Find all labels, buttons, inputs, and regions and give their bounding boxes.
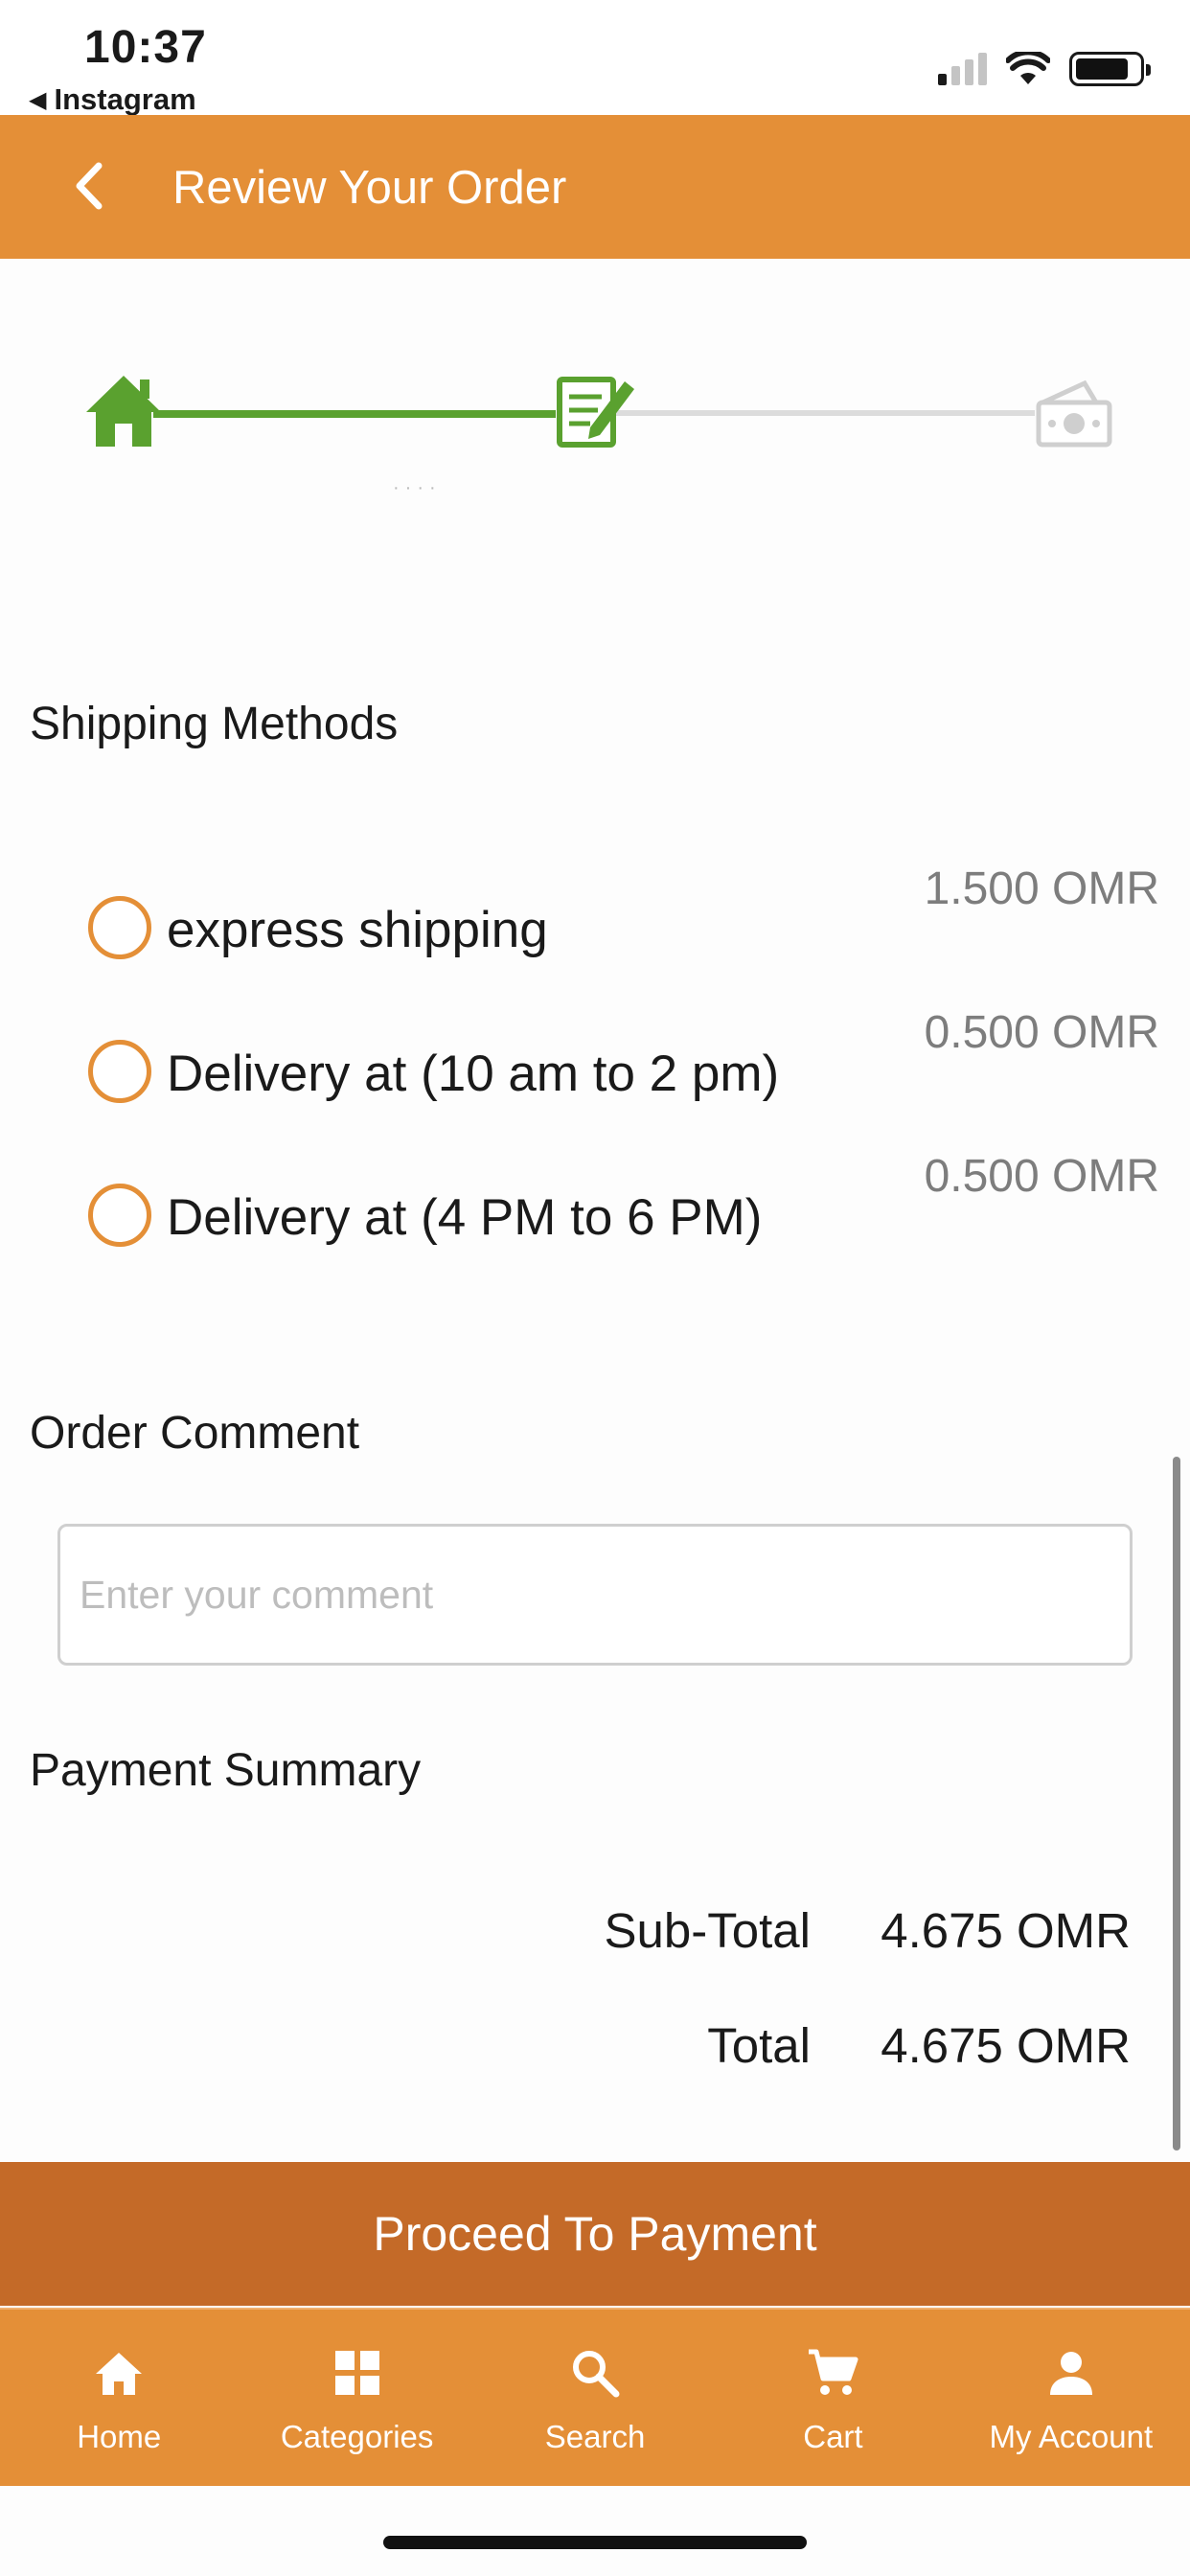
proceed-to-payment-button[interactable]: Proceed To Payment bbox=[0, 2162, 1190, 2306]
shipping-option-label: Delivery at (4 PM to 6 PM) bbox=[167, 1189, 763, 1246]
shipping-option-10am-2pm[interactable]: Delivery at (10 am to 2 pm) 0.500 OMR bbox=[0, 1006, 1190, 1121]
comment-field-container bbox=[57, 1524, 1133, 1666]
person-icon bbox=[1049, 2352, 1092, 2395]
status-icons bbox=[938, 52, 1151, 86]
tab-label: Categories bbox=[280, 2419, 434, 2454]
cart-icon bbox=[809, 2349, 858, 2395]
progress-line-pending bbox=[613, 410, 1035, 416]
shipping-option-price: 1.500 OMR bbox=[924, 863, 1159, 914]
home-icon bbox=[96, 2353, 143, 2395]
radio-button[interactable] bbox=[88, 896, 151, 959]
tab-cart[interactable]: Cart bbox=[714, 2310, 951, 2486]
comment-input[interactable] bbox=[60, 1527, 1130, 1663]
status-time: 10:37 bbox=[84, 22, 207, 73]
back-triangle-icon: ◀ bbox=[29, 86, 47, 113]
radio-button[interactable] bbox=[88, 1184, 151, 1247]
edit-icon bbox=[557, 377, 634, 448]
tab-label: Search bbox=[544, 2419, 646, 2454]
tab-search[interactable]: Search bbox=[476, 2310, 714, 2486]
subtotal-label: Sub-Total bbox=[604, 1903, 811, 1958]
step-dots: ···· bbox=[393, 477, 442, 498]
back-button[interactable] bbox=[59, 157, 117, 215]
page-title: Review Your Order bbox=[172, 162, 567, 214]
chevron-left-icon bbox=[76, 162, 103, 210]
tab-my-account[interactable]: My Account bbox=[952, 2310, 1190, 2486]
grid-icon bbox=[334, 2351, 379, 2395]
subtotal-value: 4.675 OMR bbox=[881, 1903, 1131, 1958]
tab-label: My Account bbox=[989, 2419, 1154, 2454]
shipping-option-price: 0.500 OMR bbox=[924, 1151, 1159, 1202]
radio-button[interactable] bbox=[88, 1040, 151, 1103]
back-app-label: Instagram bbox=[54, 82, 196, 116]
progress-line-complete bbox=[153, 410, 556, 418]
scrollbar[interactable] bbox=[1173, 1457, 1180, 2150]
shipping-option-express[interactable]: express shipping 1.500 OMR bbox=[0, 862, 1190, 978]
bottom-tab-bar: Home Categories Search Cart My Account bbox=[0, 2308, 1190, 2486]
checkout-progress bbox=[0, 364, 1190, 479]
total-value: 4.675 OMR bbox=[881, 2018, 1131, 2073]
cellular-signal-icon bbox=[938, 53, 987, 85]
shipping-methods-title: Shipping Methods bbox=[30, 699, 399, 749]
status-bar: 10:37 ◀ Instagram bbox=[0, 0, 1190, 117]
back-to-app-link[interactable]: ◀ Instagram bbox=[29, 82, 196, 117]
battery-icon bbox=[1069, 52, 1151, 86]
shipping-option-4pm-6pm[interactable]: Delivery at (4 PM to 6 PM) 0.500 OMR bbox=[0, 1150, 1190, 1265]
payment-summary-title: Payment Summary bbox=[30, 1745, 422, 1796]
tab-home[interactable]: Home bbox=[0, 2310, 238, 2486]
tab-label: Home bbox=[77, 2419, 162, 2454]
wifi-icon bbox=[1006, 52, 1050, 84]
shipping-option-label: express shipping bbox=[167, 902, 548, 958]
total-label: Total bbox=[707, 2018, 811, 2073]
tab-label: Cart bbox=[803, 2419, 863, 2454]
home-icon bbox=[86, 376, 161, 447]
order-comment-title: Order Comment bbox=[30, 1408, 360, 1459]
app-header: Review Your Order bbox=[0, 115, 1190, 259]
shipping-option-label: Delivery at (10 am to 2 pm) bbox=[167, 1046, 780, 1102]
tab-categories[interactable]: Categories bbox=[238, 2310, 475, 2486]
search-icon bbox=[573, 2351, 620, 2398]
money-icon bbox=[1036, 380, 1112, 448]
home-indicator bbox=[383, 2536, 807, 2549]
shipping-option-price: 0.500 OMR bbox=[924, 1007, 1159, 1058]
